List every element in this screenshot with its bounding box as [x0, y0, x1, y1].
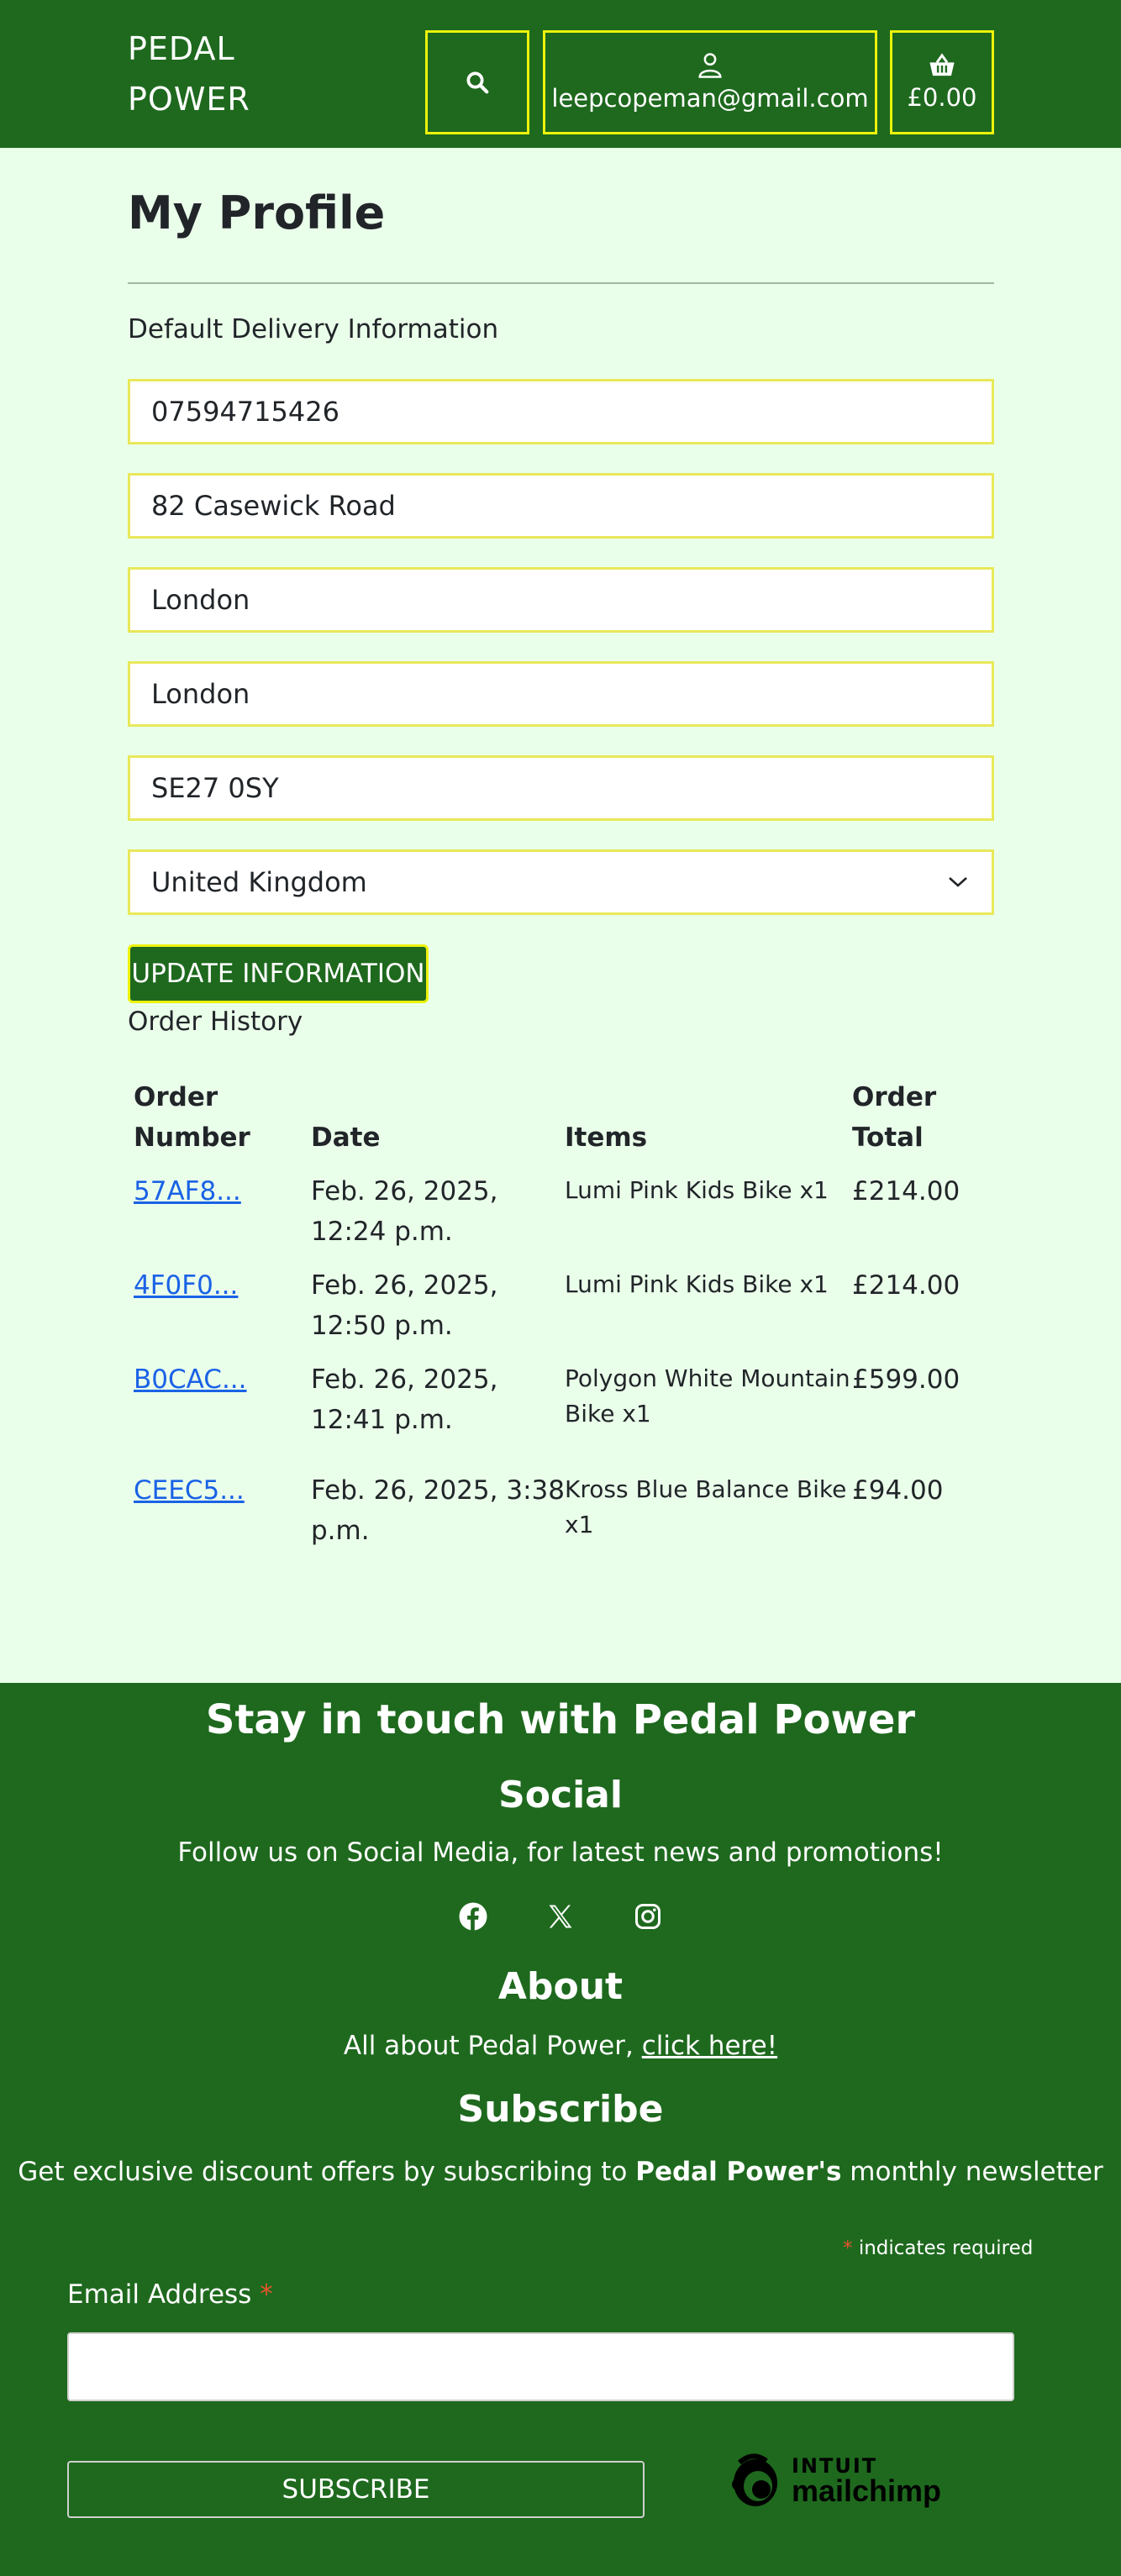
order-link-text[interactable]: 57AF8... [134, 1176, 241, 1207]
basket-button[interactable]: £0.00 [890, 30, 994, 134]
x-icon[interactable] [545, 1901, 576, 1932]
basket-total: £0.00 [907, 83, 977, 112]
account-email: leepcopeman@gmail.com [551, 84, 869, 113]
order-items-line1: Polygon White Mountain [565, 1364, 850, 1392]
page-title: My Profile [128, 187, 386, 239]
about-text: All about Pedal Power, click here! [0, 2031, 1121, 2061]
required-star: * [843, 2237, 853, 2259]
order-number-link[interactable]: CEEC5... [134, 1470, 245, 1511]
email-label-text: Email Address [67, 2279, 252, 2310]
email-required-star: * [260, 2279, 273, 2310]
order-date-line2: 12:41 p.m. [311, 1405, 453, 1435]
facebook-icon[interactable] [458, 1901, 488, 1932]
instagram-icon[interactable] [633, 1901, 663, 1932]
order-date: Feb. 26, 2025, 12:41 p.m. [311, 1359, 498, 1440]
required-note: * indicates required [843, 2237, 1033, 2259]
col-order-number-line2: Number [134, 1122, 250, 1153]
order-date-line2: 12:50 p.m. [311, 1311, 453, 1341]
search-icon [466, 71, 489, 94]
order-total: £214.00 [852, 1176, 960, 1207]
delivery-heading: Default Delivery Information [128, 314, 499, 344]
brand-line-1: PEDAL [128, 30, 235, 67]
user-icon [698, 53, 722, 78]
mailchimp-wordmark: INTUIT mailchimp [792, 2456, 941, 2506]
order-date: Feb. 26, 2025, 3:38 p.m. [311, 1470, 565, 1551]
social-text: Follow us on Social Media, for latest ne… [177, 1837, 944, 1868]
phone-field[interactable]: 07594715426 [128, 379, 994, 444]
brand-line-2: POWER [128, 81, 250, 118]
order-date-line1: Feb. 26, 2025, 3:38 [311, 1475, 565, 1506]
order-date-line2: 12:24 p.m. [311, 1217, 453, 1247]
site-footer: Stay in touch with Pedal Power Social Fo… [0, 1683, 1121, 2576]
account-button[interactable]: leepcopeman@gmail.com [543, 30, 877, 134]
county-field[interactable]: London [128, 661, 994, 727]
order-items-line1: Kross Blue Balance Bike [565, 1475, 847, 1503]
order-link-text[interactable]: 4F0F0... [134, 1270, 238, 1301]
email-input[interactable] [67, 2332, 1014, 2401]
order-link-text[interactable]: CEEC5... [134, 1475, 245, 1506]
social-heading: Social [498, 1774, 623, 1816]
order-date-line1: Feb. 26, 2025, [311, 1176, 498, 1207]
brand-logo[interactable]: PEDAL POWER [128, 24, 250, 124]
country-select[interactable]: United Kingdom [128, 849, 994, 915]
order-date: Feb. 26, 2025, 12:50 p.m. [311, 1265, 498, 1346]
col-order-total-line2: Total [852, 1122, 924, 1153]
order-items: Lumi Pink Kids Bike x1 [565, 1267, 829, 1302]
order-date: Feb. 26, 2025, 12:24 p.m. [311, 1171, 498, 1252]
subscribe-heading: Subscribe [457, 2088, 664, 2131]
subscribe-text: Get exclusive discount offers by subscri… [0, 2157, 1121, 2187]
subscribe-text-before: Get exclusive discount offers by subscri… [18, 2157, 628, 2187]
order-number-link[interactable]: 4F0F0... [134, 1265, 238, 1306]
footer-title: Stay in touch with Pedal Power [205, 1696, 916, 1743]
subscribe-text-after: monthly newsletter [850, 2157, 1103, 2187]
street-field[interactable]: 82 Casewick Road [128, 473, 994, 539]
about-text-label: All about Pedal Power, [343, 2031, 634, 2061]
email-label: Email Address * [67, 2279, 273, 2310]
about-heading: About [497, 1965, 624, 2008]
subscribe-button[interactable]: SUBSCRIBE [67, 2461, 645, 2518]
col-date: Date [311, 1122, 381, 1153]
col-items: Items [565, 1122, 648, 1153]
basket-icon [929, 53, 955, 76]
mailchimp-logo[interactable]: INTUIT mailchimp [728, 2452, 941, 2510]
order-items: Kross Blue Balance Bike x1 [565, 1472, 846, 1543]
search-button[interactable] [425, 30, 529, 134]
town-field[interactable]: London [128, 567, 994, 633]
col-order-number-line1: Order [134, 1082, 218, 1112]
order-items-line1: Lumi Pink Kids Bike x1 [565, 1270, 829, 1298]
title-divider [128, 282, 994, 284]
chevron-down-icon [949, 877, 967, 887]
order-date-line1: Feb. 26, 2025, [311, 1270, 498, 1301]
order-total: £94.00 [852, 1475, 944, 1506]
mailchimp-freddie-icon [732, 2453, 777, 2506]
subscribe-text-bold: Pedal Power's [635, 2157, 842, 2187]
mailchimp-name: mailchimp [792, 2473, 942, 2508]
order-items-line2: x1 [565, 1511, 594, 1538]
order-items-line1: Lumi Pink Kids Bike x1 [565, 1176, 829, 1204]
site-header: PEDAL POWER leepcopeman@gmail.com £0.00 [0, 0, 1121, 148]
about-link[interactable]: click here! [642, 2031, 777, 2061]
required-note-text: indicates required [858, 2237, 1034, 2259]
country-value: United Kingdom [151, 866, 367, 898]
order-date-line1: Feb. 26, 2025, [311, 1364, 498, 1395]
col-order-number: Order Number [134, 1077, 250, 1158]
update-information-button[interactable]: UPDATE INFORMATION [128, 944, 429, 1003]
order-number-link[interactable]: 57AF8... [134, 1171, 241, 1212]
order-total: £599.00 [852, 1364, 960, 1395]
order-history-heading: Order History [128, 1007, 303, 1037]
postcode-field[interactable]: SE27 0SY [128, 755, 994, 821]
social-links [0, 1901, 1121, 1932]
col-order-total: Order Total [852, 1077, 936, 1158]
order-items: Lumi Pink Kids Bike x1 [565, 1173, 829, 1208]
order-link-text[interactable]: B0CAC... [134, 1364, 247, 1395]
order-items-line2: Bike x1 [565, 1400, 651, 1427]
order-number-link[interactable]: B0CAC... [134, 1359, 247, 1400]
col-order-total-line1: Order [852, 1082, 937, 1112]
order-total: £214.00 [852, 1270, 960, 1301]
order-items: Polygon White Mountain Bike x1 [565, 1361, 850, 1432]
order-date-line2: p.m. [311, 1516, 370, 1546]
